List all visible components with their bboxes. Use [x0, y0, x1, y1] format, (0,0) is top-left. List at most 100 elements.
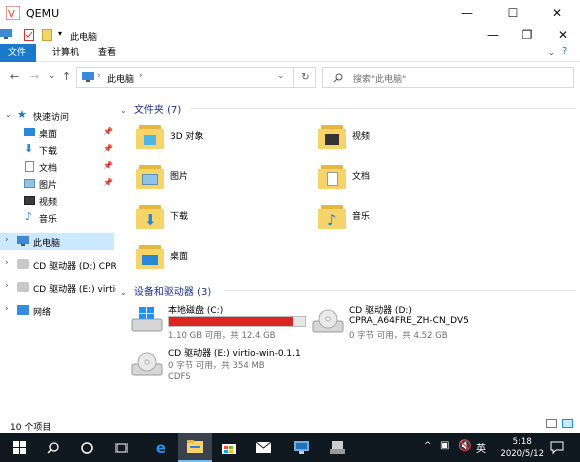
help-icon[interactable]: ?: [562, 46, 567, 57]
search-button[interactable]: [36, 433, 70, 462]
drive-e[interactable]: CD 驱动器 (E:) virtio-win-0.1.1 0 字节 可用，共 3…: [131, 346, 351, 396]
drive-d[interactable]: CD 驱动器 (D:) CPRA_A64FRE_ZH-CN_DV5 0 字节 可…: [312, 303, 572, 353]
sidebar-item-label: 此电脑: [33, 239, 61, 249]
search-icon: [47, 441, 59, 453]
sidebar-item-label: 音乐: [39, 215, 58, 225]
cd-drive-icon: [312, 309, 344, 333]
breadcrumb-chevron-icon[interactable]: ›: [139, 71, 143, 81]
expand-arrow-icon[interactable]: ›: [5, 304, 9, 314]
qemu-minimize-button[interactable]: —: [444, 0, 490, 26]
folder-music[interactable]: ♪ 音乐: [318, 203, 498, 243]
tab-view[interactable]: 查看: [90, 44, 124, 62]
folder-icon: [136, 123, 164, 149]
search-box[interactable]: 搜索"此电脑": [322, 67, 574, 88]
ribbon-expand-icon[interactable]: ⌄: [548, 48, 555, 57]
up-button[interactable]: ↑: [62, 70, 71, 83]
details-view-icon[interactable]: [546, 419, 557, 428]
folder-downloads[interactable]: ⬇ 下载: [136, 203, 316, 243]
folder-videos[interactable]: 视频: [318, 123, 498, 163]
film-icon: [325, 134, 339, 145]
volume-muted-icon[interactable]: 🔇: [458, 439, 472, 452]
expand-arrow-icon[interactable]: ›: [5, 281, 9, 291]
sidebar-item-videos[interactable]: 视频: [0, 192, 114, 209]
window-title: 此电脑: [70, 33, 98, 43]
qemu-close-button[interactable]: ✕: [534, 0, 580, 26]
explorer-close-button[interactable]: ✕: [540, 26, 580, 44]
large-icons-view-icon[interactable]: [562, 419, 573, 428]
breadcrumb-chevron-icon[interactable]: ›: [97, 71, 101, 81]
task-view-button[interactable]: [104, 433, 138, 462]
mail-app-button[interactable]: [246, 433, 280, 462]
pin-icon[interactable]: 📌: [103, 127, 113, 136]
sidebar-item-cd-drive-d[interactable]: › CD 驱动器 (D:) CPRA: [0, 256, 123, 273]
drives-group-header[interactable]: ⌄ 设备和驱动器 (3): [120, 283, 576, 298]
folder-desktop[interactable]: 桌面: [136, 243, 316, 283]
tab-computer[interactable]: 计算机: [44, 44, 87, 62]
clock[interactable]: 5:18 2020/5/12: [500, 436, 544, 460]
pin-icon[interactable]: 📌: [103, 161, 113, 170]
cortana-button[interactable]: [70, 433, 104, 462]
folder-pictures[interactable]: 图片: [136, 163, 316, 203]
folders-group-header[interactable]: ⌄ 文件夹 (7): [120, 101, 576, 116]
search-input[interactable]: 搜索"此电脑": [353, 72, 406, 85]
expand-arrow-icon[interactable]: ›: [5, 258, 9, 268]
remote-desktop-app-button[interactable]: [284, 433, 318, 462]
sidebar-item-pictures[interactable]: 图片 📌: [0, 175, 114, 192]
computer-icon: [0, 29, 12, 39]
sidebar-item-documents[interactable]: 文档 📌: [0, 158, 114, 175]
folder-icon: [136, 163, 164, 189]
drive-volume-label: CPRA_A64FRE_ZH-CN_DV5: [349, 316, 469, 326]
sidebar-item-label: CD 驱动器 (E:) virtio: [33, 285, 121, 295]
collapse-arrow-icon[interactable]: ⌄: [120, 106, 127, 115]
forward-button[interactable]: →: [30, 70, 39, 83]
pin-icon[interactable]: 📌: [103, 178, 113, 187]
recent-locations-icon[interactable]: ⌄: [48, 71, 56, 81]
refresh-button[interactable]: ↻: [293, 67, 317, 88]
item-count: 10 个项目: [10, 423, 52, 433]
address-bar[interactable]: › 此电脑 › ⌄ ↻: [76, 67, 316, 88]
qemu-title: QEMU: [26, 7, 60, 20]
drive-space-info: 0 字节 可用，共 4.52 GB: [349, 331, 448, 341]
tray-chevron-icon[interactable]: ^: [424, 441, 432, 451]
address-dropdown-icon[interactable]: ⌄: [277, 71, 285, 81]
folder-label: 3D 对象: [170, 132, 204, 142]
expand-arrow-icon[interactable]: ⌄: [5, 110, 12, 119]
properties-icon[interactable]: [24, 29, 34, 41]
drive-filesystem: CDFS: [168, 372, 191, 382]
file-explorer-app-button[interactable]: [178, 433, 212, 462]
sidebar-item-desktop[interactable]: 桌面 📌: [0, 124, 114, 141]
edge-app-button[interactable]: e: [144, 433, 178, 462]
sidebar-item-cd-drive-e[interactable]: › CD 驱动器 (E:) virtio: [0, 279, 121, 296]
sidebar-item-quick-access[interactable]: ⌄ ★ 快速访问: [0, 107, 114, 124]
start-button[interactable]: [2, 433, 36, 462]
edge-icon: e: [155, 438, 167, 457]
sidebar-item-this-pc[interactable]: › 此电脑: [0, 233, 114, 250]
server-manager-app-button[interactable]: [320, 433, 354, 462]
store-app-button[interactable]: [212, 433, 246, 462]
breadcrumb-this-pc[interactable]: 此电脑: [107, 72, 134, 85]
tab-file[interactable]: 文件: [0, 44, 36, 62]
network-tray-icon[interactable]: ▣: [440, 440, 449, 451]
ime-indicator[interactable]: 英: [476, 440, 486, 455]
new-folder-icon[interactable]: [42, 29, 52, 41]
drive-usage-bar: [168, 316, 306, 327]
folder-icon: ♪: [318, 203, 346, 229]
sidebar-item-music[interactable]: ♪ 音乐: [0, 209, 114, 226]
group-title: 设备和驱动器 (3): [133, 287, 212, 298]
qemu-maximize-button[interactable]: ☐: [490, 0, 536, 26]
folder-icon: [136, 243, 164, 269]
drive-label: 本地磁盘 (C:): [168, 306, 224, 316]
pin-icon[interactable]: 📌: [103, 144, 113, 153]
collapse-arrow-icon[interactable]: ⌄: [120, 288, 127, 297]
explorer-title-bar: ▾ 此电脑 — ❐ ✕: [0, 26, 580, 44]
sidebar-item-downloads[interactable]: ⬇ 下载 📌: [0, 141, 114, 158]
folder-documents[interactable]: 文档: [318, 163, 498, 203]
group-title: 文件夹 (7): [133, 105, 182, 116]
notification-center-icon[interactable]: [550, 441, 564, 454]
folder-icon: [318, 163, 346, 189]
back-button[interactable]: ←: [10, 70, 19, 83]
quick-access-toolbar-dropdown-icon[interactable]: ▾: [58, 29, 62, 38]
sidebar-item-network[interactable]: › 网络: [0, 302, 114, 319]
expand-arrow-icon[interactable]: ›: [5, 235, 9, 245]
folder-3d-objects[interactable]: 3D 对象: [136, 123, 316, 163]
